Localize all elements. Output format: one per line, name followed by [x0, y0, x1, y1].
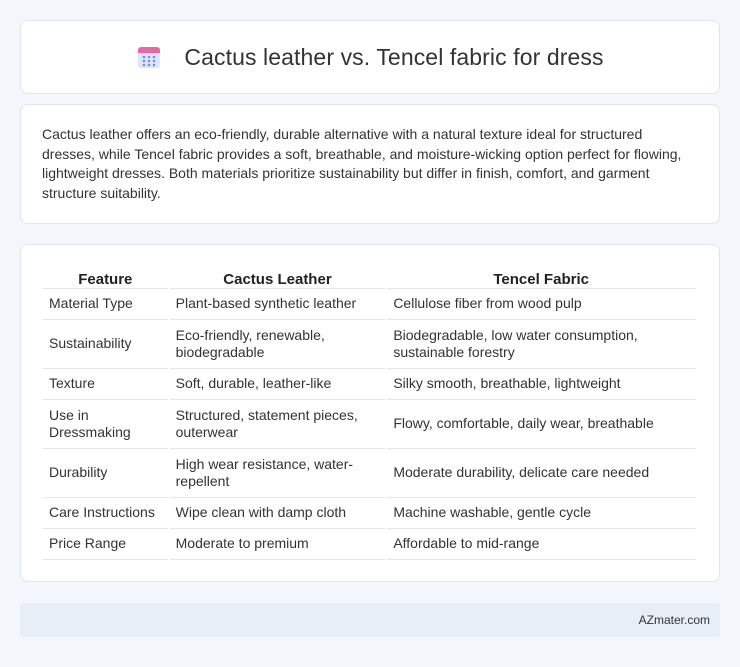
header-cactus-leather: Cactus Leather	[169, 267, 386, 289]
row-tencel-value: Biodegradable, low water consumption, su…	[387, 320, 695, 369]
table-row: Care Instructions Wipe clean with damp c…	[43, 498, 695, 529]
page-title: Cactus leather vs. Tencel fabric for dre…	[184, 43, 604, 70]
footer: AZmater.com	[20, 603, 720, 637]
comparison-table: Feature Cactus Leather Tencel Fabric Mat…	[41, 267, 697, 560]
row-cactus-value: Plant-based synthetic leather	[169, 289, 386, 320]
row-feature: Care Instructions	[43, 498, 168, 529]
table-row: Durability High wear resistance, water-r…	[43, 449, 695, 498]
row-tencel-value: Affordable to mid-range	[387, 529, 695, 560]
footer-brand[interactable]: AZmater.com	[639, 613, 710, 627]
title-card: Cactus leather vs. Tencel fabric for dre…	[20, 20, 720, 94]
table-row: Material Type Plant-based synthetic leat…	[43, 289, 695, 320]
table-row: Use in Dressmaking Structured, statement…	[43, 400, 695, 449]
summary-text: Cactus leather offers an eco-friendly, d…	[42, 126, 682, 201]
row-feature: Texture	[43, 369, 168, 400]
row-feature: Material Type	[43, 289, 168, 320]
table-row: Sustainability Eco-friendly, renewable, …	[43, 320, 695, 369]
row-feature: Use in Dressmaking	[43, 400, 168, 449]
row-tencel-value: Silky smooth, breathable, lightweight	[387, 369, 695, 400]
row-tencel-value: Machine washable, gentle cycle	[387, 498, 695, 529]
comparison-table-card: Feature Cactus Leather Tencel Fabric Mat…	[20, 244, 720, 582]
row-feature: Durability	[43, 449, 168, 498]
header-feature: Feature	[43, 267, 168, 289]
row-cactus-value: High wear resistance, water-repellent	[169, 449, 386, 498]
row-feature: Sustainability	[43, 320, 168, 369]
row-tencel-value: Cellulose fiber from wood pulp	[387, 289, 695, 320]
summary-card: Cactus leather offers an eco-friendly, d…	[20, 104, 720, 224]
row-cactus-value: Structured, statement pieces, outerwear	[169, 400, 386, 449]
row-tencel-value: Moderate durability, delicate care neede…	[387, 449, 695, 498]
row-cactus-value: Soft, durable, leather-like	[169, 369, 386, 400]
table-row: Texture Soft, durable, leather-like Silk…	[43, 369, 695, 400]
row-cactus-value: Moderate to premium	[169, 529, 386, 560]
table-header-row: Feature Cactus Leather Tencel Fabric	[43, 267, 695, 289]
row-feature: Price Range	[43, 529, 168, 560]
header-tencel-fabric: Tencel Fabric	[387, 267, 695, 289]
table-row: Price Range Moderate to premium Affordab…	[43, 529, 695, 560]
row-cactus-value: Eco-friendly, renewable, biodegradable	[169, 320, 386, 369]
calendar-icon	[136, 44, 162, 70]
row-tencel-value: Flowy, comfortable, daily wear, breathab…	[387, 400, 695, 449]
row-cactus-value: Wipe clean with damp cloth	[169, 498, 386, 529]
